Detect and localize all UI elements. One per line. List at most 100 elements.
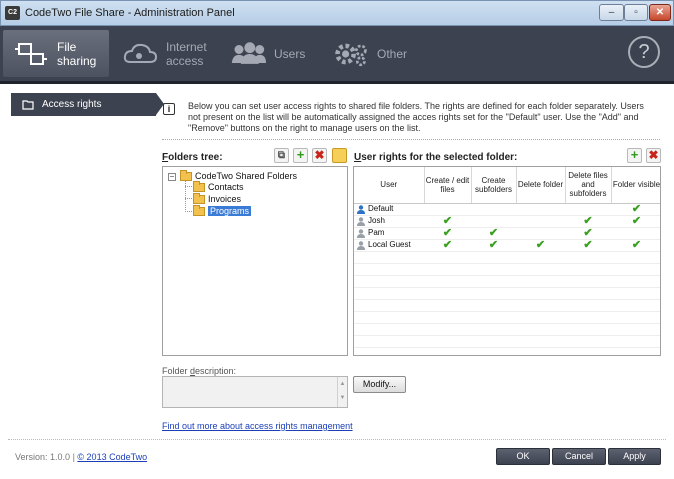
collapse-icon[interactable]: − <box>168 173 176 181</box>
permission-cell[interactable]: ✔ <box>424 214 471 228</box>
user-cell: Local Guest <box>354 239 424 252</box>
empty-row <box>354 299 660 312</box>
permission-cell[interactable]: ✔ <box>471 238 516 252</box>
copy-rights-button[interactable]: ⧉ <box>274 148 289 163</box>
ok-button[interactable]: OK <box>496 448 550 465</box>
checkmark-icon: ✔ <box>631 214 642 227</box>
copyright-link[interactable]: © 2013 CodeTwo <box>77 452 147 462</box>
checkmark-icon: ✔ <box>442 226 453 239</box>
app-icon: C2 <box>5 6 20 20</box>
column-header-create-subfolders[interactable]: Create subfolders <box>471 167 517 204</box>
footer-divider <box>8 439 666 440</box>
folders-tree-title: Folders tree: <box>162 152 223 163</box>
cancel-button[interactable]: Cancel <box>552 448 606 465</box>
checkmark-icon: ✔ <box>442 238 453 251</box>
tab-label-line2: access <box>166 53 204 68</box>
user-rights-table[interactable]: User Create / edit files Create subfolde… <box>353 166 661 356</box>
folder-icon <box>193 192 205 204</box>
permission-cell[interactable]: ✔ <box>565 239 611 252</box>
column-header-user[interactable]: User <box>354 167 425 204</box>
permission-cell[interactable] <box>471 215 516 228</box>
column-header-folder-visible[interactable]: Folder visible <box>611 167 660 204</box>
tab-label-line1: Internet <box>166 39 207 54</box>
permission-cell[interactable] <box>516 227 565 240</box>
description-scrollbar[interactable]: ▲ ▼ <box>337 377 347 407</box>
remove-user-button[interactable]: ✖ <box>646 148 661 163</box>
column-header-delete-files[interactable]: Delete files and subfolders <box>565 167 612 204</box>
tab-file-sharing[interactable]: File sharing <box>3 30 109 77</box>
file-sharing-icon <box>15 42 47 65</box>
checkmark-icon: ✔ <box>488 238 499 251</box>
permission-cell[interactable]: ✔ <box>611 214 660 228</box>
table-row[interactable]: Josh ✔ ✔ ✔ <box>354 214 660 228</box>
user-name: Default <box>368 204 394 214</box>
scroll-down-icon[interactable]: ▼ <box>338 391 347 405</box>
permission-cell[interactable] <box>565 203 611 216</box>
permission-cell[interactable]: ✔ <box>565 226 611 240</box>
checkmark-icon: ✔ <box>631 202 642 215</box>
tab-users[interactable]: Users <box>220 30 320 77</box>
folder-description-field[interactable]: ▲ ▼ <box>162 376 348 408</box>
permission-cell[interactable] <box>611 227 660 240</box>
info-icon: i <box>163 103 175 115</box>
remove-folder-button[interactable]: ✖ <box>312 148 327 163</box>
permission-cell[interactable]: ✔ <box>611 202 660 216</box>
empty-row <box>354 311 660 324</box>
permission-cell[interactable]: ✔ <box>611 238 660 252</box>
tree-connector <box>185 186 192 187</box>
tab-internet-access[interactable]: Internet access <box>112 30 217 77</box>
table-row[interactable]: Pam ✔ ✔ ✔ <box>354 226 660 240</box>
user-name: Pam <box>368 228 385 238</box>
table-header-row: User Create / edit files Create subfolde… <box>354 167 660 204</box>
learn-more-link[interactable]: Find out more about access rights manage… <box>162 421 353 431</box>
tab-label-line2: sharing <box>57 53 97 68</box>
folders-tree[interactable]: − CodeTwo Shared Folders Contacts Invoic… <box>162 166 348 356</box>
users-icon <box>231 41 266 64</box>
cloud-icon <box>123 43 158 63</box>
tree-node-invoices[interactable]: Invoices <box>193 192 241 205</box>
apply-button[interactable]: Apply <box>608 448 661 465</box>
column-header-delete-folder[interactable]: Delete folder <box>516 167 566 204</box>
scroll-up-icon[interactable]: ▲ <box>338 377 347 391</box>
gears-icon <box>335 43 367 66</box>
minimize-button[interactable]: ‒ <box>599 4 624 21</box>
browse-folder-button[interactable] <box>332 148 347 163</box>
tree-node-label: Programs <box>208 206 252 216</box>
tree-node-contacts[interactable]: Contacts <box>193 180 244 193</box>
modify-button[interactable]: Modify... <box>353 376 406 393</box>
table-row[interactable]: Local Guest ✔ ✔ ✔ ✔ ✔ <box>354 238 660 252</box>
add-folder-button[interactable]: + <box>293 148 308 163</box>
sidebar-item-access-rights[interactable]: Access rights <box>11 93 164 116</box>
default-user-icon <box>357 204 365 214</box>
column-header-create-edit[interactable]: Create / edit files <box>424 167 472 204</box>
tree-node-programs[interactable]: Programs <box>193 204 252 217</box>
permission-cell[interactable]: ✔ <box>516 238 565 252</box>
checkmark-icon: ✔ <box>442 214 453 227</box>
checkmark-icon: ✔ <box>535 238 546 251</box>
permission-cell[interactable]: ✔ <box>424 238 471 252</box>
tab-other[interactable]: Other <box>323 30 433 77</box>
permission-cell[interactable] <box>516 215 565 228</box>
user-cell: Pam <box>354 227 424 240</box>
permission-cell[interactable] <box>424 203 471 216</box>
user-name: Local Guest <box>368 240 411 250</box>
checkmark-icon: ✔ <box>583 214 593 227</box>
checkmark-icon: ✔ <box>488 226 499 239</box>
help-icon[interactable]: ? <box>628 36 660 68</box>
permission-cell[interactable]: ✔ <box>424 226 471 240</box>
maximize-button[interactable]: ▫ <box>624 4 648 21</box>
checkmark-icon: ✔ <box>583 226 593 239</box>
permission-cell[interactable]: ✔ <box>565 214 611 228</box>
checkmark-icon: ✔ <box>631 238 642 251</box>
empty-row <box>354 275 660 288</box>
user-cell: Josh <box>354 215 424 228</box>
permission-cell[interactable] <box>471 203 516 216</box>
add-user-button[interactable]: + <box>627 148 642 163</box>
footer-separator: | <box>72 452 75 462</box>
permission-cell[interactable]: ✔ <box>471 226 516 240</box>
table-row[interactable]: Default ✔ <box>354 202 660 216</box>
user-cell: Default <box>354 203 424 216</box>
permission-cell[interactable] <box>516 203 565 216</box>
close-button[interactable]: ✕ <box>649 4 671 21</box>
tree-connector <box>185 211 192 212</box>
